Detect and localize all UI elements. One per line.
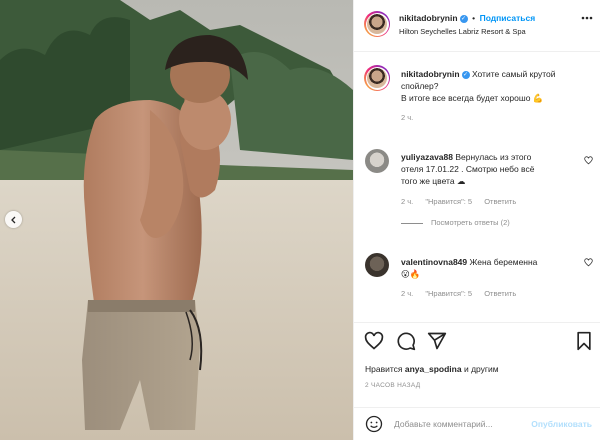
caption-line-3: В итоге все всегда будет хорошо xyxy=(401,93,531,103)
comment-1: yuliyazava88 Вернулась из этого отеля 17… xyxy=(401,151,581,227)
chevron-left-icon xyxy=(10,216,15,223)
caption-time[interactable]: 2 ч. xyxy=(401,113,596,122)
author-avatar[interactable] xyxy=(364,11,390,37)
beach-photo-illustration xyxy=(0,0,353,440)
view-replies-label: Посмотреть ответы (2) xyxy=(431,218,510,227)
action-bar xyxy=(354,322,600,358)
caption-author[interactable]: nikitadobrynin xyxy=(401,69,460,79)
comment-1-reply-button[interactable]: Ответить xyxy=(484,197,516,206)
comment-2-meta: 2 ч. "Нравится": 5 Ответить xyxy=(401,289,581,298)
comment-2-like-heart-icon[interactable] xyxy=(584,258,593,267)
likes-summary: Нравится anya_spodina и другим xyxy=(365,364,499,374)
comments-list: nikitadobrynin ✓ Хотите самый крутой спой… xyxy=(354,53,600,317)
post-time-ago[interactable]: 2 ЧАСОВ НАЗАД xyxy=(365,382,420,389)
post-sidebar: nikitadobrynin ✓ • Подписаться Hilton Sey… xyxy=(353,0,600,440)
comment-1-time[interactable]: 2 ч. xyxy=(401,197,413,206)
separator-dot: • xyxy=(472,13,476,23)
share-icon[interactable] xyxy=(427,331,447,351)
caption-line-2: спойлер? xyxy=(401,81,439,91)
comment-1-author[interactable]: yuliyazava88 xyxy=(401,152,453,162)
comment-2: valentinovna849 Жена беременна 😮🔥 2 ч. "… xyxy=(401,256,581,298)
comment-2-emoji: 😮🔥 xyxy=(401,269,421,279)
commenter-avatar-2[interactable] xyxy=(365,253,389,277)
caption-emoji: 💪 xyxy=(532,93,544,103)
caption-line-1: Хотите самый крутой xyxy=(471,69,556,79)
comment-2-reply-button[interactable]: Ответить xyxy=(484,289,516,298)
prev-photo-button[interactable] xyxy=(5,211,22,228)
comment-1-line-3: того же цвета xyxy=(401,176,455,186)
header-title-row: nikitadobrynin ✓ • Подписаться xyxy=(399,13,535,23)
comment-1-emoji: ☁ xyxy=(456,176,466,186)
caption-author-avatar[interactable] xyxy=(364,65,390,91)
verified-badge-icon: ✓ xyxy=(461,70,470,79)
caption: nikitadobrynin ✓ Хотите самый крутой спой… xyxy=(401,68,596,122)
comment-1-likes[interactable]: "Нравится": 5 xyxy=(425,197,472,206)
commenter-avatar-1[interactable] xyxy=(365,149,389,173)
follow-button[interactable]: Подписаться xyxy=(480,13,536,23)
more-options-icon[interactable] xyxy=(581,16,593,20)
comment-icon[interactable] xyxy=(396,331,416,351)
add-comment-bar: Опубликовать xyxy=(354,407,600,440)
likes-suffix[interactable]: и другим xyxy=(464,364,499,374)
comment-2-time[interactable]: 2 ч. xyxy=(401,289,413,298)
comment-2-line-1: Жена беременна xyxy=(469,257,538,267)
instagram-post: nikitadobrynin ✓ • Подписаться Hilton Sey… xyxy=(0,0,600,440)
heart-icon[interactable] xyxy=(364,331,384,351)
bookmark-icon[interactable] xyxy=(574,331,594,351)
post-location[interactable]: Hilton Seychelles Labriz Resort & Spa xyxy=(399,27,526,36)
author-username[interactable]: nikitadobrynin xyxy=(399,13,458,23)
view-replies-button[interactable]: Посмотреть ответы (2) xyxy=(401,218,581,227)
post-header: nikitadobrynin ✓ • Подписаться Hilton Sey… xyxy=(354,0,600,52)
comment-2-author[interactable]: valentinovna849 xyxy=(401,257,467,267)
post-photo[interactable] xyxy=(0,0,353,440)
emoji-icon[interactable] xyxy=(365,415,383,433)
publish-button[interactable]: Опубликовать xyxy=(531,419,592,429)
comment-1-like-heart-icon[interactable] xyxy=(584,156,593,165)
comment-1-line-2: отеля 17.01.22 . Смотрю небо всё xyxy=(401,164,535,174)
comment-2-likes[interactable]: "Нравится": 5 xyxy=(425,289,472,298)
comment-input[interactable] xyxy=(394,416,544,432)
comment-1-meta: 2 ч. "Нравится": 5 Ответить xyxy=(401,197,581,206)
likes-prefix: Нравится xyxy=(365,364,403,374)
verified-badge-icon: ✓ xyxy=(459,14,468,23)
comment-1-line-1: Вернулась из этого xyxy=(455,152,532,162)
likes-user[interactable]: anya_spodina xyxy=(405,364,462,374)
replies-divider xyxy=(401,222,423,224)
